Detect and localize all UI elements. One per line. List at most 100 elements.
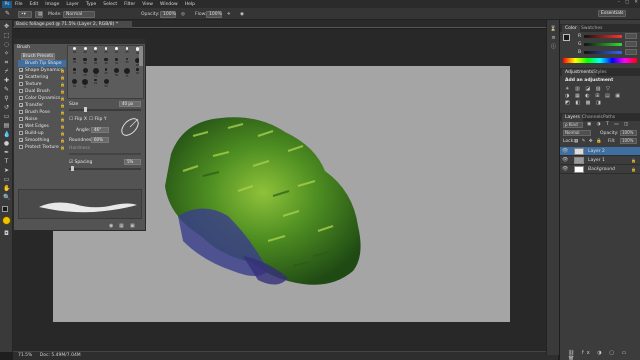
adjustment-icons-row-1[interactable]: ☀ ▥ ◪ ▨ ▽ bbox=[565, 86, 612, 92]
brush-tip-preset[interactable]: 30 bbox=[81, 47, 90, 56]
foreground-color-swatch[interactable] bbox=[2, 206, 8, 212]
brush-tip-preset[interactable]: 50 bbox=[102, 78, 111, 90]
flip-x-checkbox[interactable]: ☐ Flip X bbox=[69, 117, 87, 122]
brush-tip-preset[interactable]: 25 bbox=[102, 47, 111, 56]
option-shape-dynamics[interactable]: ✓ Shape Dynamics 🔒 bbox=[18, 67, 66, 74]
g-field[interactable] bbox=[625, 41, 637, 47]
dodge-tool-icon[interactable]: ● bbox=[3, 140, 10, 147]
brush-tip-preset[interactable]: 25 bbox=[123, 57, 132, 67]
brush-tip-preset[interactable]: 36 bbox=[81, 57, 90, 68]
brush-tip-preset[interactable]: 50 bbox=[70, 78, 79, 90]
close-button[interactable]: ✕ bbox=[634, 0, 638, 5]
shape-tool-icon[interactable]: ▭ bbox=[3, 176, 10, 183]
brush-tip-preset[interactable]: 30 bbox=[91, 47, 100, 56]
brush-tip-preset[interactable]: 25 bbox=[70, 57, 79, 67]
option-scattering[interactable]: ✓ Scattering 🔒 bbox=[18, 74, 66, 81]
layer-row-background[interactable]: 👁 Background 🔒 bbox=[560, 165, 640, 174]
healing-tool-icon[interactable]: ✚ bbox=[3, 77, 10, 84]
flow-field[interactable]: 100% bbox=[206, 10, 222, 18]
history-panel-icon[interactable]: ⌛ bbox=[550, 26, 557, 33]
layer-filter-kind[interactable]: ρ Kind bbox=[563, 122, 583, 128]
airbrush-icon[interactable]: ✈ bbox=[227, 12, 231, 17]
spacing-field[interactable]: 5% bbox=[124, 159, 141, 165]
visibility-eye-icon[interactable]: 👁 bbox=[562, 166, 568, 172]
toggle-preview-icon[interactable]: ◉ bbox=[109, 223, 113, 229]
zoom-level[interactable]: 71.5% bbox=[18, 353, 32, 358]
maximize-button[interactable]: ▢ bbox=[625, 0, 629, 5]
eraser-tool-icon[interactable]: ▭ bbox=[3, 113, 10, 120]
properties-panel-icon[interactable]: ≡ bbox=[550, 35, 557, 42]
brush-tool-icon[interactable]: ✎ bbox=[4, 10, 11, 17]
menu-image[interactable]: Image bbox=[45, 2, 59, 7]
menu-select[interactable]: Select bbox=[103, 2, 117, 7]
brush-tip-preset[interactable]: 50 bbox=[112, 68, 121, 79]
menu-type[interactable]: Type bbox=[86, 2, 96, 7]
tab-styles[interactable]: Styles bbox=[590, 69, 610, 76]
spacing-slider[interactable] bbox=[69, 168, 141, 170]
fill-field[interactable]: 100% bbox=[620, 138, 637, 144]
brush-tip-grid[interactable]: 30 30 30 25 25 25 36 25 36 36 36 32 25 50 25 50 71 25 50 71… bbox=[67, 45, 144, 99]
brush-tip-preset[interactable]: 36 bbox=[91, 57, 100, 68]
r-slider[interactable] bbox=[584, 35, 622, 38]
brush-tip-preset[interactable]: 71 bbox=[123, 68, 132, 80]
opacity-field[interactable]: 100% bbox=[160, 10, 176, 18]
menu-help[interactable]: Help bbox=[185, 2, 195, 7]
visibility-eye-icon[interactable]: 👁 bbox=[562, 148, 568, 154]
color-spectrum-ramp[interactable] bbox=[563, 58, 637, 63]
size-slider[interactable] bbox=[69, 109, 141, 111]
eyedropper-tool-icon[interactable]: ⌿ bbox=[3, 68, 10, 75]
b-slider[interactable] bbox=[584, 51, 622, 54]
g-slider[interactable] bbox=[584, 43, 622, 46]
document-tab[interactable]: Basic foliage.psd @ 71.5% (Layer 2, RGB/… bbox=[14, 21, 133, 28]
visibility-eye-icon[interactable]: 👁 bbox=[562, 157, 568, 163]
brush-tip-preset[interactable]: 36 bbox=[102, 57, 111, 68]
history-brush-tool-icon[interactable]: ↺ bbox=[3, 104, 10, 111]
angle-roundness-widget[interactable] bbox=[118, 115, 142, 139]
brush-preset-picker[interactable]: •▾ bbox=[18, 10, 32, 18]
tip-grid-scrollbar[interactable] bbox=[139, 46, 143, 66]
option-noise[interactable]: Noise 🔒 bbox=[18, 116, 66, 123]
angle-field[interactable]: 46° bbox=[91, 127, 109, 133]
minimize-button[interactable]: – bbox=[618, 0, 620, 5]
brush-presets-button[interactable]: Brush Presets bbox=[21, 53, 55, 60]
pressure-size-icon[interactable]: ◉ bbox=[240, 12, 244, 17]
path-select-tool-icon[interactable]: ➤ bbox=[3, 167, 10, 174]
pen-tool-icon[interactable]: ✒ bbox=[3, 149, 10, 156]
menu-edit[interactable]: Edit bbox=[30, 2, 39, 7]
adjustment-icons-row-2[interactable]: ◑ ▦ ◐ ⊞ ▤ ▣ bbox=[565, 93, 622, 99]
info-panel-icon[interactable]: ⓘ bbox=[550, 44, 557, 51]
option-brush-tip-shape[interactable]: Brush Tip Shape bbox=[18, 60, 66, 67]
crop-tool-icon[interactable]: ⌗ bbox=[3, 59, 10, 66]
size-slider-thumb[interactable] bbox=[84, 107, 87, 112]
brush-tip-preset[interactable]: 32 bbox=[112, 57, 121, 67]
mode-select[interactable]: Normal bbox=[63, 10, 95, 18]
tab-swatches[interactable]: Swatches bbox=[578, 25, 606, 32]
menu-view[interactable]: View bbox=[142, 2, 153, 7]
spacing-slider-thumb[interactable] bbox=[71, 166, 74, 171]
brush-tip-preset[interactable]: 25 bbox=[133, 68, 142, 77]
flip-y-checkbox[interactable]: ☐ Flip Y bbox=[89, 117, 107, 122]
menu-layer[interactable]: Layer bbox=[66, 2, 79, 7]
new-brush-icon[interactable]: ▣ bbox=[130, 223, 135, 229]
brush-tip-preset[interactable]: 25 bbox=[70, 68, 79, 77]
option-brush-pose[interactable]: Brush Pose 🔒 bbox=[18, 109, 66, 116]
spacing-checkbox[interactable]: ☑ Spacing bbox=[69, 160, 92, 165]
type-tool-icon[interactable]: T bbox=[3, 158, 10, 165]
move-tool-icon[interactable]: ✥ bbox=[3, 23, 10, 30]
quick-select-tool-icon[interactable]: ✧ bbox=[3, 50, 10, 57]
workspace-switcher[interactable]: Essentials bbox=[598, 10, 626, 17]
gradient-tool-icon[interactable]: ▤ bbox=[3, 122, 10, 129]
option-protect-texture[interactable]: Protect Texture 🔒 bbox=[18, 144, 66, 151]
zoom-tool-icon[interactable]: 🔍 bbox=[3, 194, 10, 201]
layers-footer-icons[interactable]: ⛓ fx ◑ ▢ ▭ 🗑 bbox=[568, 350, 640, 360]
blend-mode-select[interactable]: Normal bbox=[563, 130, 591, 136]
panel-grip-bar[interactable] bbox=[14, 39, 145, 44]
brush-tip-preset[interactable]: 25 bbox=[112, 47, 121, 56]
lock-icons[interactable]: ▦ ✎ ✥ 🔒 bbox=[574, 139, 603, 144]
blur-tool-icon[interactable]: 💧 bbox=[3, 131, 10, 138]
marquee-tool-icon[interactable]: ⬚ bbox=[3, 32, 10, 39]
clone-stamp-tool-icon[interactable]: ⚲ bbox=[3, 95, 10, 102]
pressure-opacity-icon[interactable]: ◎ bbox=[181, 12, 185, 17]
brush-tool-icon[interactable]: ✎ bbox=[3, 86, 10, 93]
r-field[interactable] bbox=[625, 33, 637, 39]
